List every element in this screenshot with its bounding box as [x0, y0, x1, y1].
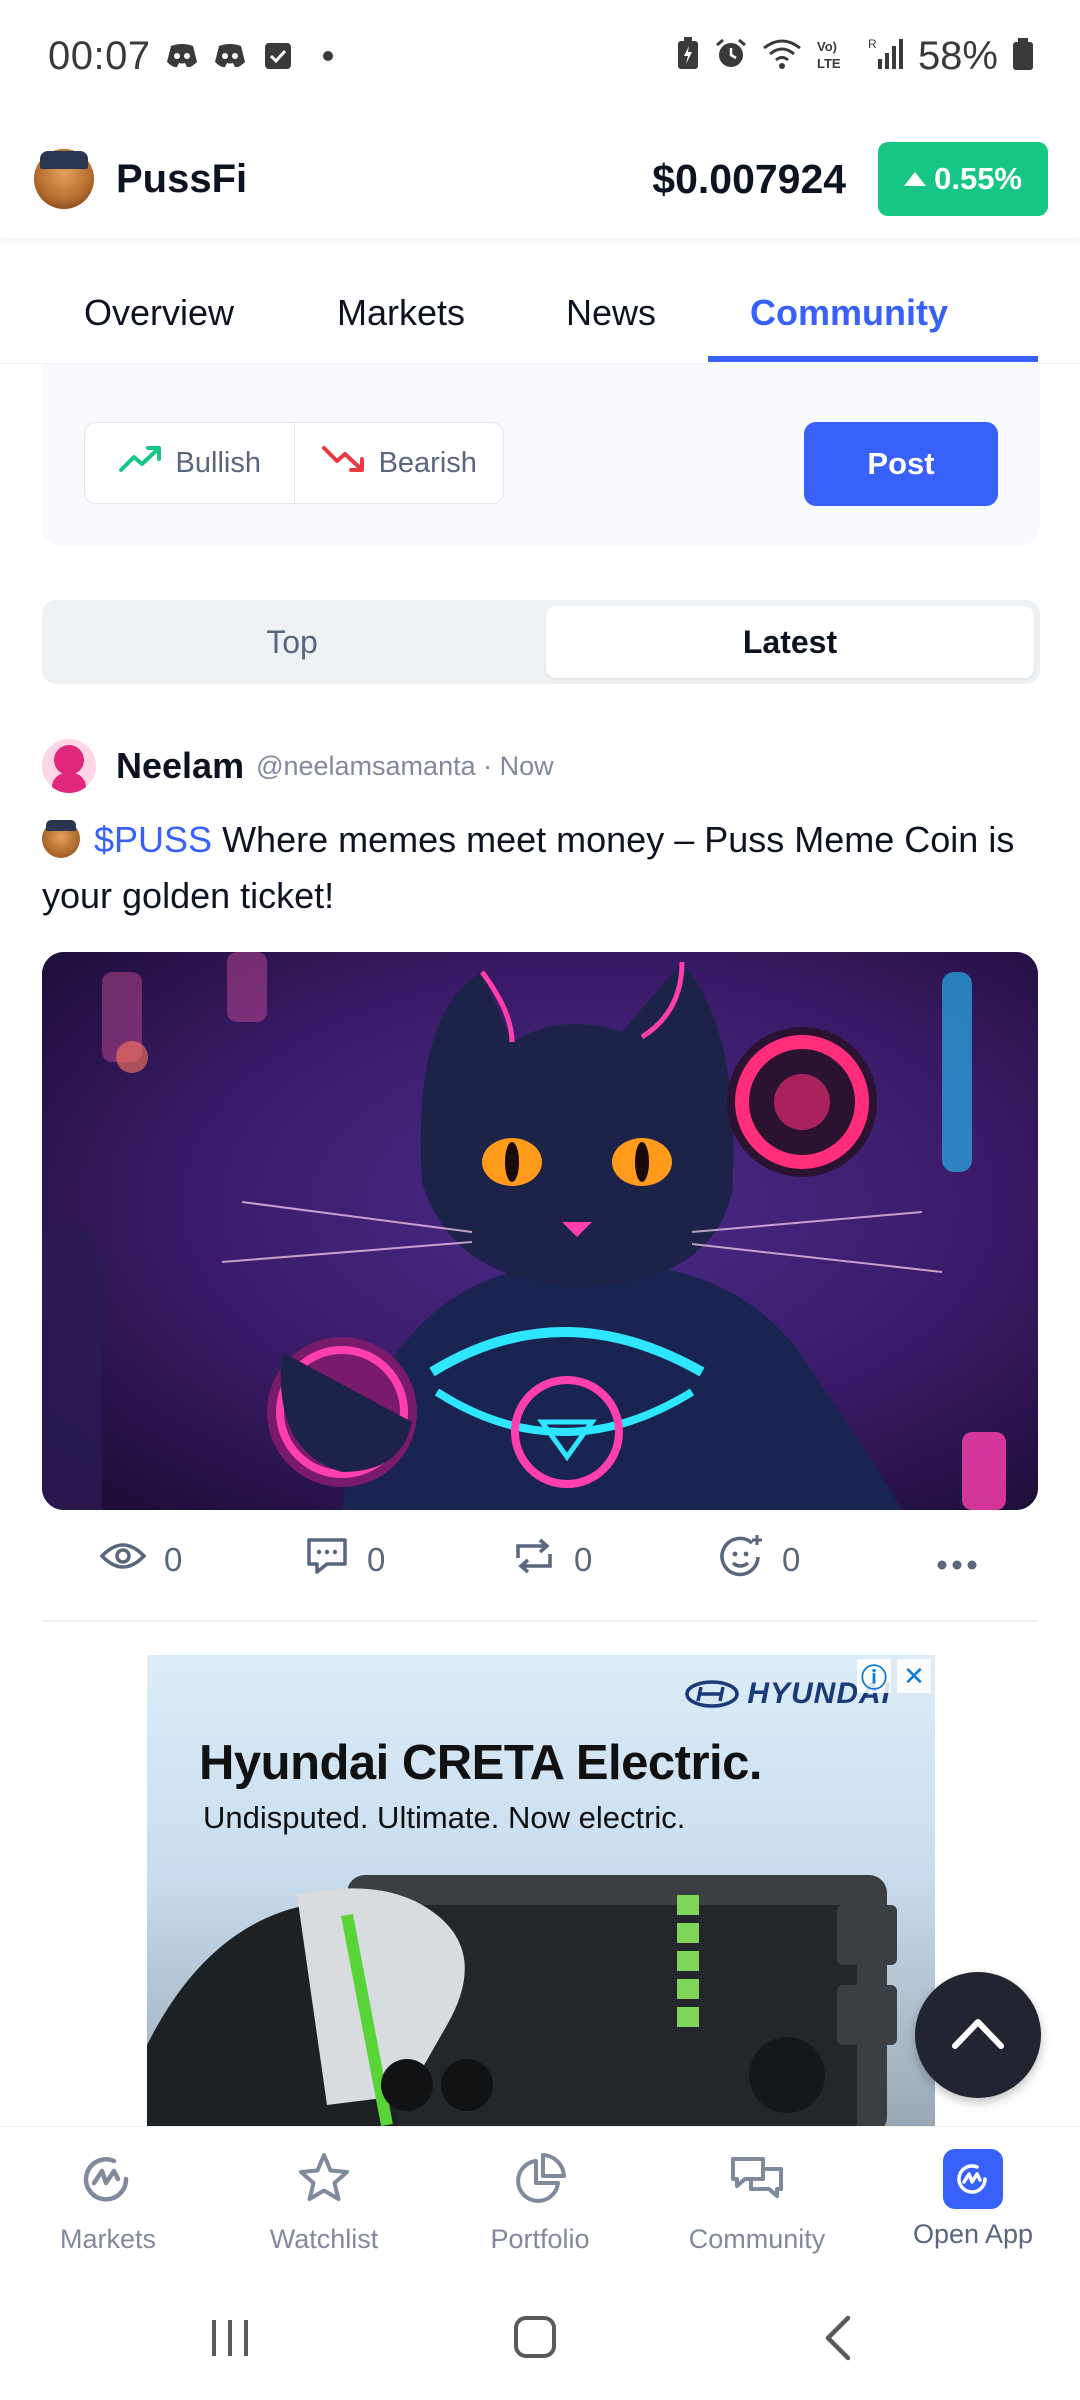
markets-icon	[78, 2149, 138, 2214]
scroll-to-top-button[interactable]	[915, 1972, 1041, 2098]
sentiment-selector: Bullish Bearish	[84, 422, 504, 504]
eye-icon	[99, 1540, 147, 1580]
arrow-up-icon	[904, 172, 927, 186]
discord-icon	[213, 39, 247, 73]
battery-percent: 58%	[917, 33, 998, 78]
coin-emoji-icon	[42, 820, 80, 858]
post-handle: @neelamsamanta · Now	[256, 750, 554, 781]
svg-text:Vo): Vo)	[817, 39, 837, 54]
bottom-navigation: Markets Watchlist Portfolio Community Op…	[0, 2126, 1080, 2276]
post-author[interactable]: Neelam	[116, 745, 244, 787]
nav-portfolio[interactable]: Portfolio	[440, 2149, 640, 2255]
more-notifications-dot	[322, 51, 333, 61]
active-tab-indicator	[708, 356, 1038, 362]
chat-bubbles-icon	[727, 2149, 787, 2214]
nav-watchlist[interactable]: Watchlist	[224, 2149, 424, 2255]
star-icon	[294, 2149, 354, 2214]
bullish-label: Bullish	[175, 446, 261, 479]
signal-icon: R	[868, 37, 904, 76]
tab-markets[interactable]: Markets	[337, 292, 465, 334]
nav-open-app-label: Open App	[912, 2219, 1034, 2249]
battery-icon	[1012, 37, 1034, 76]
nav-community-label: Community	[688, 2224, 826, 2254]
back-icon[interactable]	[820, 2314, 856, 2367]
tab-community[interactable]: Community	[750, 292, 948, 334]
coin-name: PussFi	[116, 156, 248, 201]
volte-icon: Vo) LTE	[816, 37, 854, 76]
price-change-badge: 0.55%	[878, 142, 1048, 216]
tab-overview[interactable]: Overview	[84, 292, 234, 334]
ad-headline: Hyundai CRETA Electric.	[199, 1736, 763, 1790]
repost-button[interactable]: 0	[512, 1528, 592, 1592]
battery-saver-icon	[676, 36, 700, 76]
coin-price: $0.007924	[652, 155, 847, 202]
post-composer: Bullish Bearish Post	[42, 364, 1040, 546]
svg-text:LTE: LTE	[817, 56, 841, 71]
recent-apps-icon[interactable]	[208, 2316, 252, 2365]
feed-sort-toggle: Top Latest	[42, 600, 1040, 684]
nav-portfolio-label: Portfolio	[490, 2224, 590, 2254]
reactions-count: 0	[782, 1541, 801, 1578]
comments-count: 0	[367, 1541, 386, 1578]
section-tabs: Overview Markets News Community	[0, 240, 1080, 364]
cashtag-link[interactable]: $PUSS	[94, 819, 212, 860]
bearish-button[interactable]: Bearish	[293, 423, 504, 503]
nav-watchlist-label: Watchlist	[269, 2224, 379, 2254]
chevron-up-icon	[951, 2016, 1005, 2055]
post-actions: 0 0 0 0	[0, 1528, 1080, 1592]
post-body: $PUSS Where memes meet money – Puss Meme…	[42, 812, 1042, 924]
wifi-icon	[762, 38, 802, 75]
coin-header: PussFi $0.007924 0.55%	[0, 120, 1080, 238]
ad-subline: Undisputed. Ultimate. Now electric.	[203, 1800, 686, 1835]
advertisement-banner[interactable]: HYUNDAI ⓘ ✕ Hyundai CRETA Electric. Undi…	[147, 1655, 935, 2127]
reposts-count: 0	[574, 1541, 593, 1578]
ad-controls: ⓘ ✕	[857, 1659, 931, 1693]
nav-open-app[interactable]: Open App	[873, 2149, 1073, 2250]
trend-up-icon	[118, 444, 164, 482]
top-toggle[interactable]: Top	[48, 606, 536, 678]
nav-markets[interactable]: Markets	[8, 2149, 208, 2255]
post-header: Neelam @neelamsamanta · Now	[42, 738, 554, 794]
bearish-label: Bearish	[378, 446, 477, 479]
views-action: 0	[99, 1528, 183, 1592]
home-icon[interactable]	[512, 2314, 558, 2365]
comment-icon	[305, 1536, 349, 1584]
system-navigation-bar	[0, 2276, 1080, 2400]
trend-down-icon	[321, 444, 367, 482]
bullish-button[interactable]: Bullish	[85, 423, 294, 503]
repost-icon	[512, 1536, 556, 1584]
ad-info-icon[interactable]: ⓘ	[857, 1659, 891, 1693]
clock: 00:07	[48, 33, 151, 78]
discord-icon	[165, 39, 199, 73]
price-change-value: 0.55%	[934, 161, 1022, 196]
coin-logo	[34, 149, 94, 209]
checkbox-icon	[261, 39, 295, 73]
ad-close-icon[interactable]: ✕	[897, 1659, 931, 1693]
alarm-icon	[714, 37, 748, 76]
react-button[interactable]: 0	[718, 1528, 800, 1592]
pie-chart-icon	[510, 2149, 570, 2214]
comment-button[interactable]: 0	[305, 1528, 385, 1592]
status-bar: 00:07 Vo) LTE R 58%	[0, 0, 1080, 112]
ad-charger-image	[147, 1875, 897, 2127]
post-image[interactable]	[42, 952, 1038, 1510]
post-divider	[42, 1620, 1038, 1622]
latest-toggle[interactable]: Latest	[546, 606, 1034, 678]
nav-community[interactable]: Community	[657, 2149, 857, 2255]
nav-markets-label: Markets	[59, 2224, 157, 2254]
tab-news[interactable]: News	[566, 292, 656, 334]
avatar[interactable]	[42, 739, 96, 793]
coinmarketcap-app-icon	[943, 2149, 1003, 2209]
more-options-button[interactable]	[936, 1528, 978, 1592]
add-reaction-icon	[718, 1533, 764, 1587]
post-button[interactable]: Post	[804, 422, 998, 506]
views-count: 0	[164, 1541, 183, 1578]
more-icon	[936, 1541, 978, 1579]
svg-text:R: R	[868, 37, 877, 51]
